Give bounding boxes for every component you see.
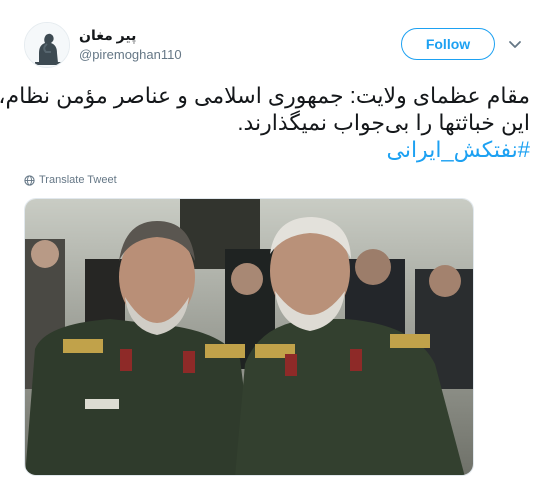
tweet-card: پیر مغان @piremoghan110 Follow مقام عظما… [0,0,554,490]
translate-label: Translate Tweet [39,174,117,186]
thinker-statue-avatar-icon [25,23,69,67]
hashtag-link[interactable]: #نفتکش_ایرانی [24,136,530,163]
globe-icon [24,174,35,186]
tweet-text: مقام عظمای ولایت: جمهوری اسلامی و عناصر … [0,82,530,163]
translate-tweet-link[interactable]: Translate Tweet [24,174,117,186]
username-handle[interactable]: @piremoghan110 [79,47,182,62]
follow-button[interactable]: Follow [401,28,495,60]
avatar[interactable] [24,22,70,68]
tweet-photo[interactable] [24,198,474,476]
tweet-text-line: این خباثتها را بی‌جواب نمیگذارند. [237,110,530,135]
chevron-down-icon[interactable] [507,36,523,52]
tweet-text-line: مقام عظمای ولایت: جمهوری اسلامی و عناصر … [0,83,530,108]
photo-two-commanders [25,199,473,475]
display-name[interactable]: پیر مغان [79,27,136,44]
